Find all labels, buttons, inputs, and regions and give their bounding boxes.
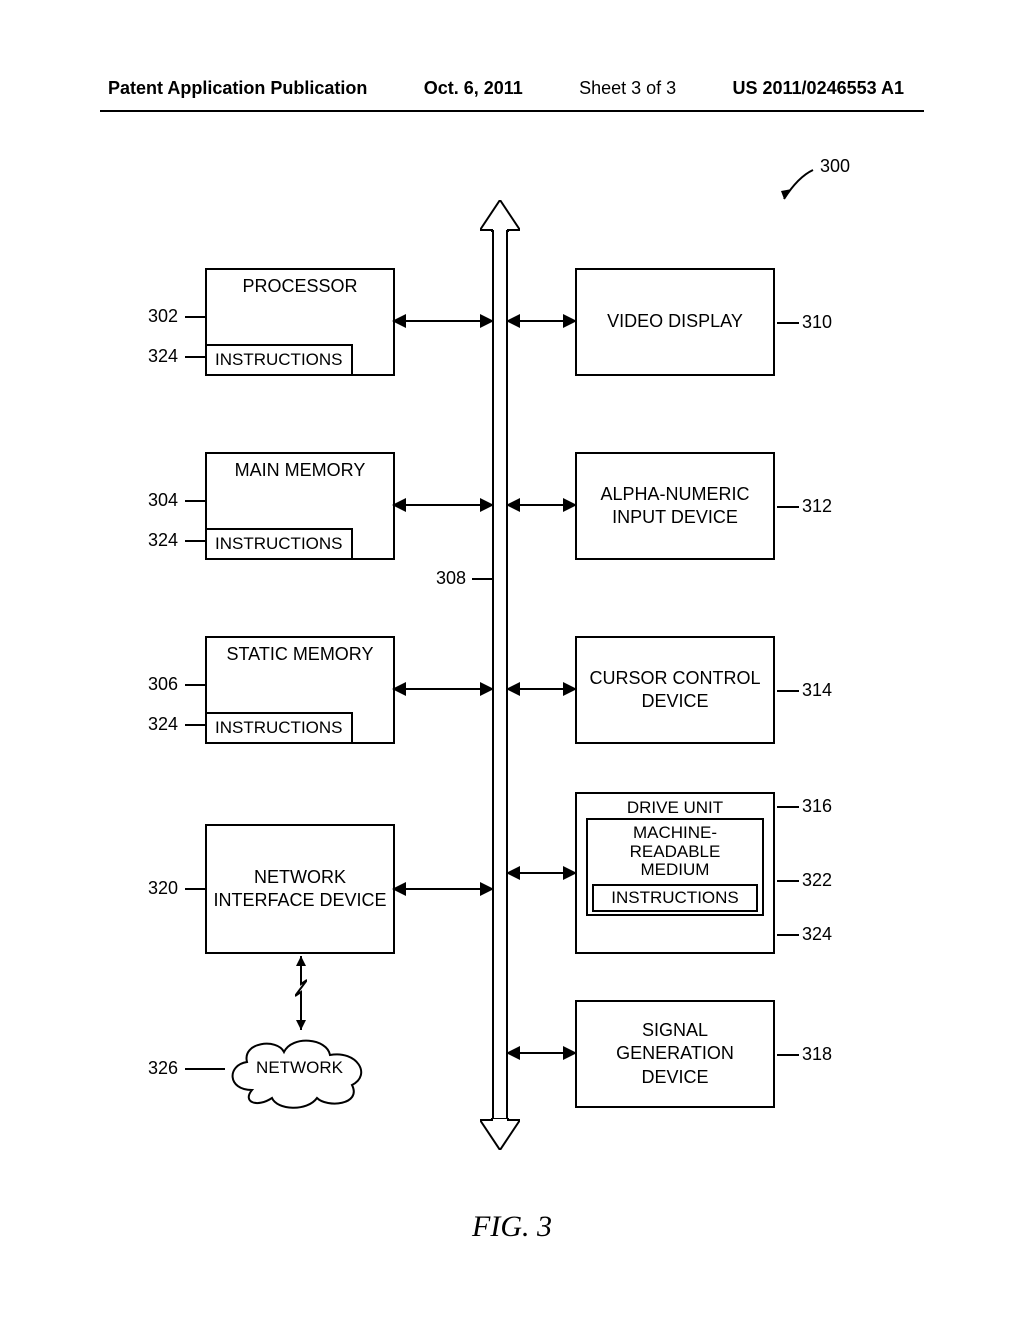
signal-generation-block: SIGNAL GENERATION DEVICE bbox=[575, 1000, 775, 1108]
arrow-head-icon bbox=[480, 682, 494, 696]
tick bbox=[185, 500, 207, 502]
main-memory-instructions: INSTRUCTIONS bbox=[205, 528, 353, 560]
static-memory-label: STATIC MEMORY bbox=[222, 638, 377, 671]
arrow-head-icon bbox=[506, 682, 520, 696]
arrow-head-icon bbox=[506, 314, 520, 328]
header-sheet: Sheet 3 of 3 bbox=[579, 78, 676, 99]
video-display-label: VIDEO DISPLAY bbox=[603, 303, 747, 340]
header-docnum: US 2011/0246553 A1 bbox=[733, 78, 904, 99]
bus-arrow-down-icon bbox=[480, 1118, 520, 1150]
processor-block: PROCESSOR INSTRUCTIONS bbox=[205, 268, 395, 376]
tick bbox=[777, 322, 799, 324]
figure-caption: FIG. 3 bbox=[0, 1210, 1024, 1244]
ref-324-drive: 324 bbox=[802, 924, 832, 945]
arrow-head-icon bbox=[506, 498, 520, 512]
leader-300 bbox=[778, 165, 818, 205]
tick bbox=[185, 888, 207, 890]
header-publication: Patent Application Publication bbox=[108, 78, 367, 99]
ref-314: 314 bbox=[802, 680, 832, 701]
ref-316: 316 bbox=[802, 796, 832, 817]
mrm-label: MACHINE- READABLE MEDIUM bbox=[630, 824, 721, 880]
tick bbox=[777, 880, 799, 882]
network-interface-block: NETWORK INTERFACE DEVICE bbox=[205, 824, 395, 954]
tick bbox=[185, 724, 207, 726]
header-date: Oct. 6, 2011 bbox=[424, 78, 523, 99]
ref-302: 302 bbox=[148, 306, 178, 327]
tick bbox=[777, 806, 799, 808]
static-memory-instructions: INSTRUCTIONS bbox=[205, 712, 353, 744]
arrow-head-icon bbox=[480, 882, 494, 896]
main-memory-block: MAIN MEMORY INSTRUCTIONS bbox=[205, 452, 395, 560]
ref-324-main: 324 bbox=[148, 530, 178, 551]
tick bbox=[777, 1054, 799, 1056]
processor-label: PROCESSOR bbox=[238, 270, 361, 303]
ref-320: 320 bbox=[148, 878, 178, 899]
bus-arrow-up-icon bbox=[480, 200, 520, 232]
arrow-head-icon bbox=[506, 866, 520, 880]
tick bbox=[777, 934, 799, 936]
arrow-head-icon bbox=[392, 314, 406, 328]
system-diagram: 300 308 PROCESSOR INSTRUCTIONS MAIN MEMO… bbox=[130, 160, 910, 1200]
arrow-head-icon bbox=[563, 314, 577, 328]
cursor-control-label: CURSOR CONTROL DEVICE bbox=[577, 661, 773, 720]
arrow-head-icon bbox=[563, 682, 577, 696]
arrow-head-icon bbox=[392, 498, 406, 512]
tick bbox=[777, 506, 799, 508]
tick bbox=[185, 356, 207, 358]
machine-readable-medium-block: MACHINE- READABLE MEDIUM INSTRUCTIONS bbox=[586, 818, 764, 916]
header-rule bbox=[100, 110, 924, 112]
arrow-net-bus bbox=[395, 888, 492, 890]
arrow-mainmem-bus bbox=[395, 504, 492, 506]
arrow-proc-bus bbox=[395, 320, 492, 322]
network-label: NETWORK bbox=[222, 1058, 377, 1078]
ref-324-proc: 324 bbox=[148, 346, 178, 367]
arrow-head-icon bbox=[392, 882, 406, 896]
network-interface-label: NETWORK INTERFACE DEVICE bbox=[207, 860, 393, 919]
tick-308 bbox=[472, 578, 494, 580]
processor-instructions: INSTRUCTIONS bbox=[205, 344, 353, 376]
ref-312: 312 bbox=[802, 496, 832, 517]
arrow-head-icon bbox=[506, 1046, 520, 1060]
drive-unit-label: DRIVE UNIT bbox=[627, 798, 723, 818]
ref-318: 318 bbox=[802, 1044, 832, 1065]
ref-300: 300 bbox=[820, 156, 850, 177]
main-memory-label: MAIN MEMORY bbox=[231, 454, 370, 487]
arrow-statmem-bus bbox=[395, 688, 492, 690]
system-bus bbox=[480, 200, 520, 1150]
tick bbox=[777, 690, 799, 692]
network-cloud: NETWORK bbox=[222, 1030, 377, 1110]
static-memory-block: STATIC MEMORY INSTRUCTIONS bbox=[205, 636, 395, 744]
cursor-control-block: CURSOR CONTROL DEVICE bbox=[575, 636, 775, 744]
drive-instructions: INSTRUCTIONS bbox=[592, 884, 758, 912]
ref-304: 304 bbox=[148, 490, 178, 511]
ref-306: 306 bbox=[148, 674, 178, 695]
tick bbox=[185, 1068, 225, 1070]
network-link-zigzag-icon bbox=[295, 956, 307, 1030]
video-display-block: VIDEO DISPLAY bbox=[575, 268, 775, 376]
alpha-numeric-block: ALPHA-NUMERIC INPUT DEVICE bbox=[575, 452, 775, 560]
arrow-head-icon bbox=[392, 682, 406, 696]
tick bbox=[185, 540, 207, 542]
arrow-head-icon bbox=[563, 498, 577, 512]
tick bbox=[185, 316, 207, 318]
ref-326: 326 bbox=[148, 1058, 178, 1079]
ref-322: 322 bbox=[802, 870, 832, 891]
tick bbox=[185, 684, 207, 686]
page-header: Patent Application Publication Oct. 6, 2… bbox=[0, 78, 1024, 99]
arrow-head-icon bbox=[480, 314, 494, 328]
signal-generation-label: SIGNAL GENERATION DEVICE bbox=[577, 1013, 773, 1095]
drive-unit-block: DRIVE UNIT MACHINE- READABLE MEDIUM INST… bbox=[575, 792, 775, 954]
ref-310: 310 bbox=[802, 312, 832, 333]
ref-308: 308 bbox=[436, 568, 466, 589]
ref-324-stat: 324 bbox=[148, 714, 178, 735]
arrow-head-icon bbox=[563, 866, 577, 880]
arrow-head-icon bbox=[563, 1046, 577, 1060]
alpha-numeric-label: ALPHA-NUMERIC INPUT DEVICE bbox=[577, 477, 773, 536]
arrow-head-icon bbox=[480, 498, 494, 512]
